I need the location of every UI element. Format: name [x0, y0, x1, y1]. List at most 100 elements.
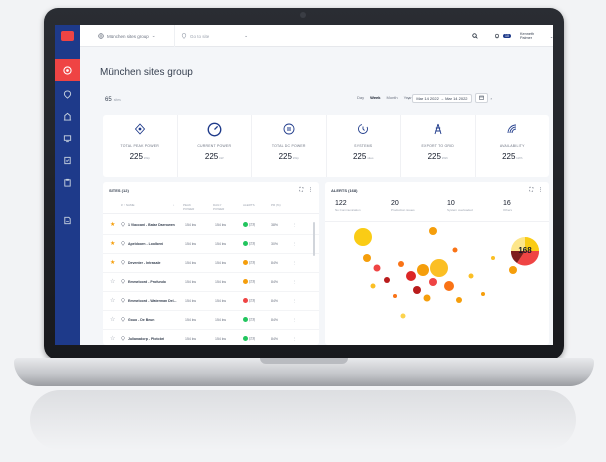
alert-bubble[interactable] [393, 294, 397, 298]
user-menu[interactable]: Kenneth Palmer ⌄ [520, 25, 553, 47]
col-peak-power[interactable]: PEAK POWER [183, 203, 199, 211]
col-name[interactable]: # ↑ NAME [121, 203, 135, 207]
expand-icon[interactable]: ⛶ [299, 187, 303, 193]
sidebar-item-settings[interactable] [55, 209, 80, 231]
alert-bubble[interactable] [444, 281, 454, 291]
sidebar-item-dashboard[interactable] [55, 59, 80, 81]
row-menu-icon[interactable]: ⋮ [293, 280, 297, 284]
alert-bubble[interactable] [456, 297, 462, 303]
site-selector-placeholder: Go to site [190, 33, 210, 39]
sidebar-item-documents[interactable] [55, 171, 80, 193]
tab-month[interactable]: Month [387, 95, 398, 100]
scrollbar-thumb[interactable] [313, 222, 315, 256]
alert-bubble[interactable] [373, 264, 381, 272]
site-name[interactable]: Emmeloord - Waterman Del... [128, 299, 178, 303]
app-logo[interactable] [61, 31, 74, 41]
site-name[interactable]: Julianadorp - Plotobri [128, 337, 178, 341]
group-selector[interactable]: München sites group ⌄ [98, 25, 156, 47]
tab-week[interactable]: Week [370, 95, 380, 100]
alert-bubble[interactable] [417, 264, 429, 276]
favorite-star-icon[interactable]: ☆ [110, 335, 115, 342]
alert-bubble[interactable] [354, 228, 372, 246]
alert-bubble[interactable] [430, 259, 448, 277]
alert-bubble[interactable] [481, 292, 485, 296]
sidebar-item-reports[interactable] [55, 127, 80, 149]
row-menu-icon[interactable]: ⋮ [293, 242, 297, 246]
alert-bubble[interactable] [400, 313, 406, 319]
favorite-star-icon[interactable]: ★ [110, 240, 115, 247]
prev-period-button[interactable]: ‹ [408, 96, 409, 101]
col-alerts[interactable]: ALERTS [243, 203, 255, 207]
sidebar-item-map[interactable] [55, 83, 80, 105]
notifications-button[interactable]: 10 [494, 25, 511, 47]
calendar-button[interactable] [474, 93, 488, 103]
calendar-icon [478, 95, 484, 100]
alert-bubble[interactable] [370, 283, 376, 289]
site-name[interactable]: Deventer - Intrasale [128, 261, 178, 265]
row-menu-icon[interactable]: ⋮ [293, 318, 297, 322]
kpi-unit: kWh [441, 156, 448, 160]
more-options-icon[interactable]: ⋮ [538, 187, 543, 193]
table-row[interactable]: ★ 1 Viaccani - Batar Daerowen 154 kw 154 kw… [103, 216, 319, 235]
kpi-total-dc-power: TOTAL DC POWER 225kWp [252, 115, 327, 177]
row-menu-icon[interactable]: ⋮ [293, 261, 297, 265]
search-button[interactable] [472, 25, 478, 47]
row-menu-icon[interactable]: ⋮ [293, 337, 297, 341]
table-row[interactable]: ★ Apeldoorn - Loolbeni 154 kw 154 kw (23) 30%… [103, 235, 319, 254]
alert-stat-production-issues[interactable]: 20 Production issues [381, 200, 437, 221]
alerts-donut[interactable]: 168 [510, 237, 540, 266]
pr-value: 84% [271, 261, 279, 265]
alert-bubble[interactable] [384, 277, 390, 283]
alert-stat-system-overloaded[interactable]: 10 System overloaded [437, 200, 493, 221]
site-selector[interactable]: Go to site ⌄ [174, 25, 252, 47]
alert-bubble[interactable] [423, 294, 431, 302]
alert-bubble[interactable] [398, 261, 404, 267]
table-row[interactable]: ★ Deventer - Intrasale 154 kw 154 kw (23) 84%… [103, 254, 319, 273]
alert-stats: 122 No Communication 20 Production issues … [325, 200, 549, 222]
alert-stat-others[interactable]: 16 Others [493, 200, 549, 221]
table-row[interactable]: ☆ Gouo - De Beun 154 kw 154 kw (23) 84% ⋮ [103, 311, 319, 330]
site-name[interactable]: Emmeloord - Profundo [128, 280, 178, 284]
favorite-star-icon[interactable]: ☆ [110, 316, 115, 323]
map-pin-icon [121, 317, 125, 323]
date-range-box[interactable]: Mar 14 2022 → Mar 14 2022 [412, 93, 472, 103]
sort-icon[interactable]: ↓ [173, 203, 175, 207]
col-pr[interactable]: PR (%) [271, 203, 281, 207]
tab-day[interactable]: Day [357, 95, 364, 100]
table-row[interactable]: ☆ Emmeloord - Waterman Del... 154 kw 154 kw… [103, 292, 319, 311]
site-name[interactable]: Gouo - De Beun [128, 318, 178, 322]
row-menu-icon[interactable]: ⋮ [293, 299, 297, 303]
alert-bubble[interactable] [363, 254, 371, 262]
peak-power: 154 kw [185, 261, 197, 265]
expand-icon[interactable]: ⛶ [529, 187, 533, 193]
site-name[interactable]: 1 Viaccani - Batar Daerowen [128, 223, 178, 227]
clipboard-icon [64, 178, 71, 187]
alert-bubble[interactable] [452, 247, 458, 253]
kpi-unit: sites [367, 156, 374, 160]
favorite-star-icon[interactable]: ☆ [110, 297, 115, 304]
alert-bubble[interactable] [429, 278, 437, 286]
alert-bubble[interactable] [491, 256, 495, 260]
table-row[interactable]: ☆ Julianadorp - Plotobri 154 kw 154 kw (23) 8… [103, 330, 319, 345]
row-menu-icon[interactable]: ⋮ [293, 223, 297, 227]
next-period-button[interactable]: › [491, 96, 492, 101]
favorite-star-icon[interactable]: ★ [110, 221, 115, 228]
favorite-star-icon[interactable]: ☆ [110, 278, 115, 285]
alert-count: (23) [249, 298, 256, 303]
table-row[interactable]: ☆ Emmeloord - Profundo 154 kw 154 kw (23) 84%… [103, 273, 319, 292]
alert-bubble[interactable] [509, 266, 517, 274]
sidebar-item-tasks[interactable] [55, 149, 80, 171]
site-name[interactable]: Apeldoorn - Loolbeni [128, 242, 178, 246]
alert-bubble[interactable] [413, 286, 421, 294]
favorite-star-icon[interactable]: ★ [110, 259, 115, 266]
col-daily-power[interactable]: DAILY POWER [213, 203, 229, 211]
alert-bubble[interactable] [429, 227, 437, 235]
kpi-label: EXPORT TO GRID [421, 144, 454, 148]
alert-stat-no-communication[interactable]: 122 No Communication [325, 200, 381, 221]
alert-bubble[interactable] [468, 273, 474, 279]
more-options-icon[interactable]: ⋮ [308, 187, 313, 193]
sidebar-item-sites[interactable] [55, 105, 80, 127]
alerts-card-header: ALERTS (168) ⛶ ⋮ [325, 182, 549, 198]
status-dot [243, 260, 248, 265]
alert-bubble[interactable] [406, 271, 416, 281]
